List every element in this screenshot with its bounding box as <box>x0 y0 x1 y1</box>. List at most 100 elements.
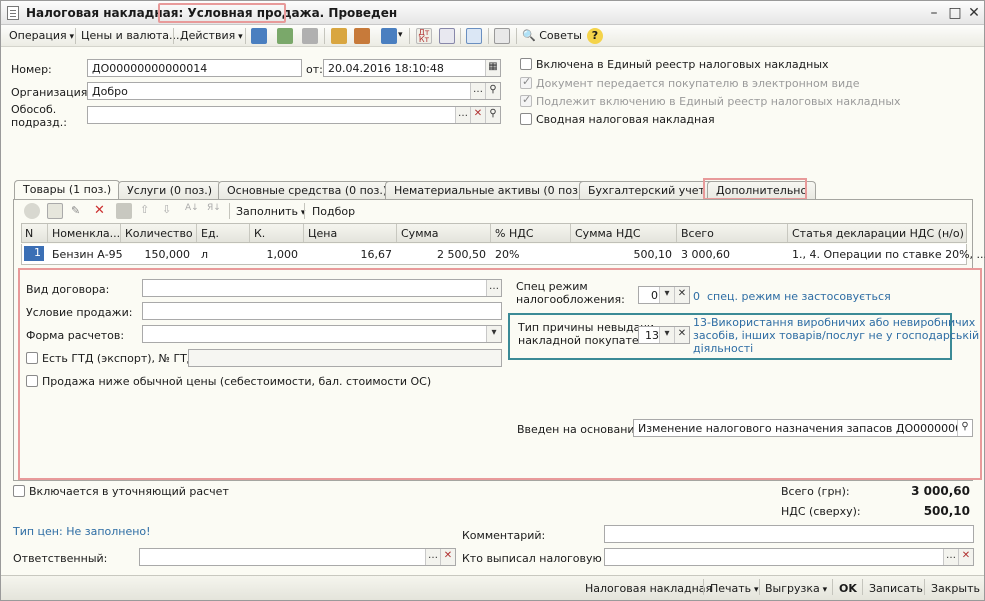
clear-icon[interactable]: ✕ <box>674 287 689 303</box>
column-header[interactable]: Статья декларации НДС (н/о) <box>792 227 964 240</box>
contract-type-field[interactable]: … <box>142 279 502 297</box>
unified-registry-checkbox[interactable] <box>520 58 532 70</box>
column-separator <box>120 224 121 242</box>
sale-condition-field[interactable] <box>142 302 502 320</box>
export-menu[interactable]: Выгрузка <box>765 582 827 595</box>
ellipsis-button[interactable]: … <box>943 549 958 565</box>
tab-fixed-assets[interactable]: Основные средства (0 поз.) <box>218 181 397 199</box>
below-cost-checkbox[interactable] <box>26 375 38 387</box>
fill-menu[interactable]: Заполнить <box>236 205 305 218</box>
column-header[interactable]: Всего <box>681 227 714 240</box>
chevron-down-icon[interactable]: ▾ <box>486 326 501 342</box>
comment-field[interactable] <box>604 525 974 543</box>
tax-invoice-print-button[interactable]: Налоговая накладная <box>585 582 712 595</box>
reason-description-3[interactable]: діяльності <box>693 342 753 355</box>
actions-menu[interactable]: Действия <box>180 29 243 42</box>
search-icon[interactable]: ⚲ <box>957 420 972 436</box>
search-icon[interactable]: ⚲ <box>485 83 500 99</box>
column-header[interactable]: Сумма <box>401 227 439 240</box>
tab-services[interactable]: Услуги (0 поз.) <box>118 181 222 199</box>
prices-currency-button[interactable]: Цены и валюта... <box>81 29 179 42</box>
gtd-checkbox[interactable] <box>26 352 38 364</box>
add-row-icon[interactable] <box>24 203 40 219</box>
issuer-field[interactable]: … ✕ <box>604 548 974 566</box>
tab-intangible-assets[interactable]: Нематериальные активы (0 поз.) <box>385 181 595 199</box>
clarifying-calc-checkbox[interactable] <box>13 485 25 497</box>
close-window-button[interactable]: ✕ <box>965 4 983 22</box>
date-field[interactable]: 20.04.2016 18:10:48 ▦ <box>323 59 501 77</box>
special-regime-description[interactable]: спец. режим не застосовується <box>707 290 891 303</box>
debit-credit-icon[interactable]: Дт Кт <box>416 28 432 44</box>
column-separator <box>396 224 397 242</box>
number-field[interactable]: ДО00000000000014 <box>87 59 302 77</box>
ellipsis-button[interactable]: … <box>455 107 470 123</box>
table-row[interactable]: 1 Бензин А-95 150,000 л 1,000 16,67 2 50… <box>21 244 985 265</box>
clear-icon[interactable]: ✕ <box>470 107 485 123</box>
ok-button[interactable]: OK <box>839 582 857 595</box>
post-and-close-icon[interactable] <box>277 28 293 44</box>
toolbar-separator <box>759 579 760 595</box>
calendar-icon[interactable]: ▦ <box>485 60 500 76</box>
post-document-icon[interactable] <box>251 28 267 44</box>
responsible-field[interactable]: … ✕ <box>139 548 456 566</box>
clear-icon[interactable]: ✕ <box>958 549 973 565</box>
payment-form-select[interactable]: ▾ <box>142 325 502 343</box>
column-header[interactable]: Цена <box>308 227 337 240</box>
organization-field[interactable]: Добро … ⚲ <box>87 82 501 100</box>
operation-menu[interactable]: Операция <box>9 29 74 42</box>
go-to-icon[interactable] <box>381 28 397 44</box>
unpost-icon[interactable] <box>302 28 318 44</box>
tab-goods[interactable]: Товары (1 поз.) <box>14 180 121 200</box>
tips-label: Советы <box>539 29 582 42</box>
column-header[interactable]: % НДС <box>495 227 534 240</box>
select-button[interactable]: Подбор <box>312 205 355 218</box>
ellipsis-button[interactable]: … <box>486 280 501 296</box>
maximize-button[interactable]: □ <box>946 4 964 22</box>
reason-type-field[interactable]: 13 ▾ ✕ <box>638 326 690 344</box>
responsible-label: Ответственный: <box>13 552 108 565</box>
edit-row-icon[interactable]: ✎ <box>71 204 80 217</box>
based-on-label: Введен на основании: <box>517 423 646 436</box>
sort-asc-icon[interactable]: A↓ <box>185 203 199 213</box>
chevron-down-icon[interactable]: ▾ <box>659 287 674 303</box>
clear-icon[interactable]: ✕ <box>674 327 689 343</box>
end-edit-icon[interactable] <box>116 203 132 219</box>
tips-button[interactable]: 🔍 Советы <box>522 29 582 42</box>
summary-invoice-checkbox[interactable] <box>520 113 532 125</box>
price-type-link[interactable]: Тип цен: Не заполнено! <box>13 525 151 538</box>
chevron-down-icon[interactable]: ▾ <box>398 30 403 40</box>
column-header[interactable]: Сумма НДС <box>575 227 641 240</box>
save-button[interactable]: Записать <box>869 582 923 595</box>
ellipsis-button[interactable]: … <box>425 549 440 565</box>
tax-icon[interactable] <box>466 28 482 44</box>
move-down-icon[interactable]: ⇩ <box>162 203 171 216</box>
help-icon[interactable]: ? <box>587 28 603 44</box>
delete-row-icon[interactable]: ✕ <box>94 203 105 218</box>
column-header[interactable]: Номенкла... <box>52 227 120 240</box>
clear-icon[interactable]: ✕ <box>440 549 455 565</box>
tab-accounting[interactable]: Бухгалтерский учет <box>579 181 714 199</box>
gtd-number-field[interactable] <box>188 349 502 367</box>
sort-desc-icon[interactable]: Я↓ <box>207 203 221 213</box>
chevron-down-icon[interactable]: ▾ <box>659 327 674 343</box>
minimize-button[interactable]: – <box>925 4 943 22</box>
subdivision-field[interactable]: … ✕ ⚲ <box>87 106 501 124</box>
ellipsis-button[interactable]: … <box>470 83 485 99</box>
reason-description-1[interactable]: 13-Використання виробничих або невиробни… <box>693 316 975 329</box>
column-header[interactable]: Количество <box>125 227 193 240</box>
column-header[interactable]: Ед. <box>201 227 219 240</box>
journal-icon[interactable] <box>439 28 455 44</box>
column-header[interactable]: N <box>25 227 33 240</box>
reason-description-2[interactable]: засобів, інших товарів/послуг не у госпо… <box>693 329 979 342</box>
structure-icon[interactable] <box>354 28 370 44</box>
close-button[interactable]: Закрыть <box>931 582 980 595</box>
list-icon[interactable] <box>494 28 510 44</box>
based-on-field[interactable]: Изменение налогового назначения запасов … <box>633 419 973 437</box>
create-based-icon[interactable] <box>331 28 347 44</box>
copy-row-icon[interactable] <box>47 203 63 219</box>
special-regime-field[interactable]: 0 ▾ ✕ <box>638 286 690 304</box>
print-menu[interactable]: Печать <box>710 582 759 595</box>
column-header[interactable]: К. <box>254 227 265 240</box>
move-up-icon[interactable]: ⇧ <box>140 203 149 216</box>
search-icon[interactable]: ⚲ <box>485 107 500 123</box>
